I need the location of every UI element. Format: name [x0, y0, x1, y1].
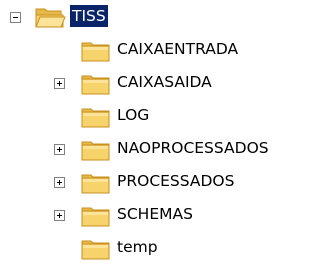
folder-icon: [81, 240, 110, 260]
tree-item-label[interactable]: LOG: [115, 104, 151, 126]
tree-item-label[interactable]: PROCESSADOS: [115, 170, 236, 192]
tree-item-label[interactable]: CAIXASAIDA: [115, 71, 214, 93]
tree-item-naoprocessados[interactable]: NAOPROCESSADOS: [0, 134, 304, 164]
expand-icon[interactable]: [54, 144, 65, 155]
tree-item-caixasaida[interactable]: CAIXASAIDA: [0, 68, 304, 98]
folder-open-icon: [35, 8, 66, 28]
tree-item-temp[interactable]: temp: [0, 233, 304, 263]
tree-item-log[interactable]: LOG: [0, 101, 304, 131]
expand-icon[interactable]: [54, 78, 65, 89]
folder-icon: [81, 108, 110, 128]
folder-tree: TISS CAIXAENTRADA CAIXASAIDA LOG NAOPROC…: [0, 0, 304, 269]
tree-item-caixaentrada[interactable]: CAIXAENTRADA: [0, 35, 304, 65]
tree-item-label[interactable]: TISS: [70, 5, 108, 27]
tree-item-schemas[interactable]: SCHEMAS: [0, 200, 304, 230]
folder-icon: [81, 42, 110, 62]
expand-icon[interactable]: [54, 210, 65, 221]
folder-icon: [81, 141, 110, 161]
tree-item-label[interactable]: NAOPROCESSADOS: [115, 137, 271, 159]
tree-item-tiss[interactable]: TISS: [0, 2, 304, 32]
folder-icon: [81, 174, 110, 194]
tree-item-processados[interactable]: PROCESSADOS: [0, 167, 304, 197]
tree-item-label[interactable]: temp: [115, 236, 160, 258]
tree-item-label[interactable]: CAIXAENTRADA: [115, 38, 240, 60]
expand-icon[interactable]: [54, 177, 65, 188]
folder-icon: [81, 75, 110, 95]
folder-icon: [81, 207, 110, 227]
collapse-icon[interactable]: [10, 12, 21, 23]
tree-item-label[interactable]: SCHEMAS: [115, 203, 195, 225]
